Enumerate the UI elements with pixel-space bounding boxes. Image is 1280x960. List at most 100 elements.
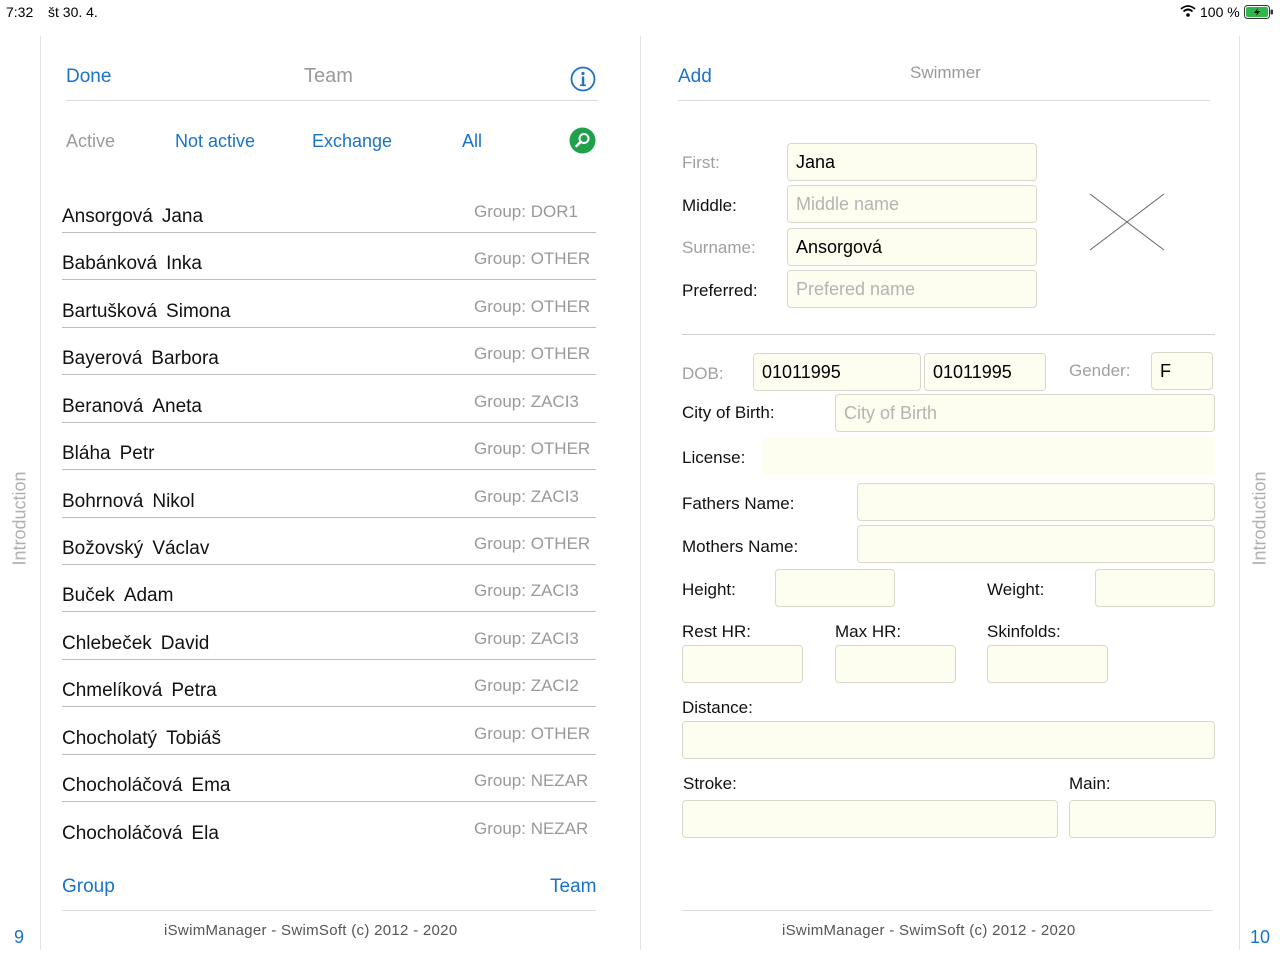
swimmer-group: Group: NEZAR (474, 819, 589, 838)
swimmer-first-name: Václav (152, 538, 210, 559)
swimmer-row[interactable]: Buček Adam Group: ZACI3 (62, 565, 596, 612)
swimmer-surname: Ansorgová (62, 206, 153, 227)
swimmer-row[interactable]: Chocholatý Tobiáš Group: OTHER (62, 708, 596, 755)
swimmer-surname: Bayerová (62, 348, 143, 369)
swimmer-row[interactable]: Chlebeček David Group: ZACI3 (62, 613, 596, 660)
filter-active[interactable]: Active (66, 131, 115, 152)
license-field[interactable] (762, 437, 1215, 475)
swimmer-first-name: Ema (191, 775, 231, 796)
swimmer-first-name: Petra (171, 680, 217, 701)
filter-not-active[interactable]: Not active (175, 131, 255, 152)
battery-percent: 100 % (1200, 4, 1240, 20)
swimmer-group: Group: ZACI3 (474, 487, 579, 506)
side-tab-introduction-left[interactable]: Introduction (10, 467, 31, 571)
swimmer-row[interactable]: Bartušková Simona Group: OTHER (62, 281, 596, 328)
swimmer-row[interactable]: Bláha Petr Group: OTHER (62, 423, 596, 470)
right-header-divider (678, 100, 1210, 101)
swimmer-group: Group: ZACI2 (474, 676, 579, 695)
first-name-field[interactable]: Jana (787, 143, 1037, 181)
skinfolds-field[interactable] (987, 645, 1108, 683)
info-icon[interactable] (570, 66, 596, 92)
swimmer-surname: Božovský (62, 538, 144, 559)
swimmer-first-name: Nikol (152, 491, 195, 512)
left-page-edge (40, 36, 41, 950)
swimmer-surname: Chmelíková (62, 680, 163, 701)
swimmer-first-name: David (160, 633, 210, 654)
left-footer-copyright: iSwimManager - SwimSoft (c) 2012 - 2020 (164, 922, 458, 939)
swimmer-group: Group: OTHER (474, 439, 591, 458)
swimmer-surname: Chlebeček (62, 633, 152, 654)
skinfolds-label: Skinfolds: (987, 622, 1061, 641)
surname-field[interactable]: Ansorgová (787, 228, 1037, 266)
mothers-name-field[interactable] (857, 525, 1215, 563)
max-hr-field[interactable] (835, 645, 956, 683)
swimmer-group: Group: OTHER (474, 344, 591, 363)
city-of-birth-label: City of Birth: (682, 403, 775, 422)
swimmer-row[interactable]: Beranová Aneta Group: ZACI3 (62, 376, 596, 423)
left-header-divider (66, 100, 598, 101)
gender-label: Gender: (1069, 361, 1131, 380)
swimmer-row[interactable]: Ansorgová Jana Group: DOR1 (62, 186, 596, 233)
photo-placeholder-icon[interactable] (1088, 192, 1166, 252)
swimmer-row[interactable]: Chocholáčová Ela Group: NEZAR (62, 803, 596, 850)
swimmer-row[interactable]: Chmelíková Petra Group: ZACI2 (62, 660, 596, 707)
swimmer-group: Group: OTHER (474, 724, 591, 743)
dob-label: DOB: (682, 364, 724, 383)
distance-field[interactable] (682, 721, 1215, 759)
team-button[interactable]: Team (550, 876, 596, 898)
swimmer-first-name: Aneta (152, 396, 202, 417)
right-page-number: 10 (1250, 927, 1271, 947)
fathers-name-label: Fathers Name: (682, 494, 795, 513)
main-field[interactable] (1069, 800, 1216, 838)
middle-name-label: Middle: (682, 196, 737, 215)
swimmer-group: Group: DOR1 (474, 202, 578, 221)
left-footer-divider (62, 910, 596, 911)
left-page-number: 9 (14, 927, 25, 947)
fathers-name-field[interactable] (857, 483, 1215, 521)
battery-icon (1244, 5, 1273, 19)
height-label: Height: (682, 580, 736, 599)
weight-label: Weight: (987, 580, 1045, 599)
team-title: Team (304, 65, 353, 87)
right-footer-divider (682, 910, 1213, 911)
swimmer-title: Swimmer (910, 63, 981, 82)
swimmer-group: Group: OTHER (474, 249, 591, 268)
height-field[interactable] (775, 569, 895, 607)
swimmer-first-name: Adam (123, 585, 174, 606)
stroke-field[interactable] (682, 800, 1058, 838)
search-icon[interactable] (569, 127, 596, 154)
preferred-name-field[interactable]: Prefered name (787, 270, 1037, 308)
side-tab-introduction-right[interactable]: Introduction (1250, 467, 1271, 571)
filter-exchange[interactable]: Exchange (312, 131, 392, 152)
swimmer-group: Group: OTHER (474, 534, 591, 553)
city-of-birth-field[interactable]: City of Birth (835, 394, 1215, 432)
right-page-edge (1239, 36, 1240, 950)
filter-all[interactable]: All (462, 131, 482, 152)
swimmer-row[interactable]: Božovský Václav Group: OTHER (62, 518, 596, 565)
swimmer-first-name: Tobiáš (166, 728, 221, 749)
weight-field[interactable] (1095, 569, 1215, 607)
add-button[interactable]: Add (678, 66, 712, 88)
swimmer-group: Group: OTHER (474, 297, 591, 316)
dob-field-1[interactable]: 01011995 (753, 353, 921, 391)
distance-label: Distance: (682, 698, 753, 717)
middle-name-field[interactable]: Middle name (787, 185, 1037, 223)
swimmer-surname: Chocholatý (62, 728, 158, 749)
stroke-label: Stroke: (683, 774, 737, 793)
swimmer-surname: Beranová (62, 396, 144, 417)
gender-field[interactable]: F (1151, 352, 1213, 390)
main-label: Main: (1069, 774, 1111, 793)
done-button[interactable]: Done (66, 66, 111, 88)
rest-hr-field[interactable] (682, 645, 803, 683)
group-button[interactable]: Group (62, 876, 115, 898)
dob-field-2[interactable]: 01011995 (924, 353, 1046, 391)
swimmer-row[interactable]: Chocholáčová Ema Group: NEZAR (62, 755, 596, 802)
surname-label: Surname: (682, 238, 756, 257)
swimmer-surname: Bláha (62, 443, 111, 464)
swimmer-row[interactable]: Bayerová Barbora Group: OTHER (62, 328, 596, 375)
rest-hr-label: Rest HR: (682, 622, 751, 641)
max-hr-label: Max HR: (835, 622, 902, 641)
swimmer-row[interactable]: Bohrnová Nikol Group: ZACI3 (62, 471, 596, 518)
swimmer-row[interactable]: Babánková Inka Group: OTHER (62, 233, 596, 280)
swimmer-surname: Bohrnová (62, 491, 144, 512)
